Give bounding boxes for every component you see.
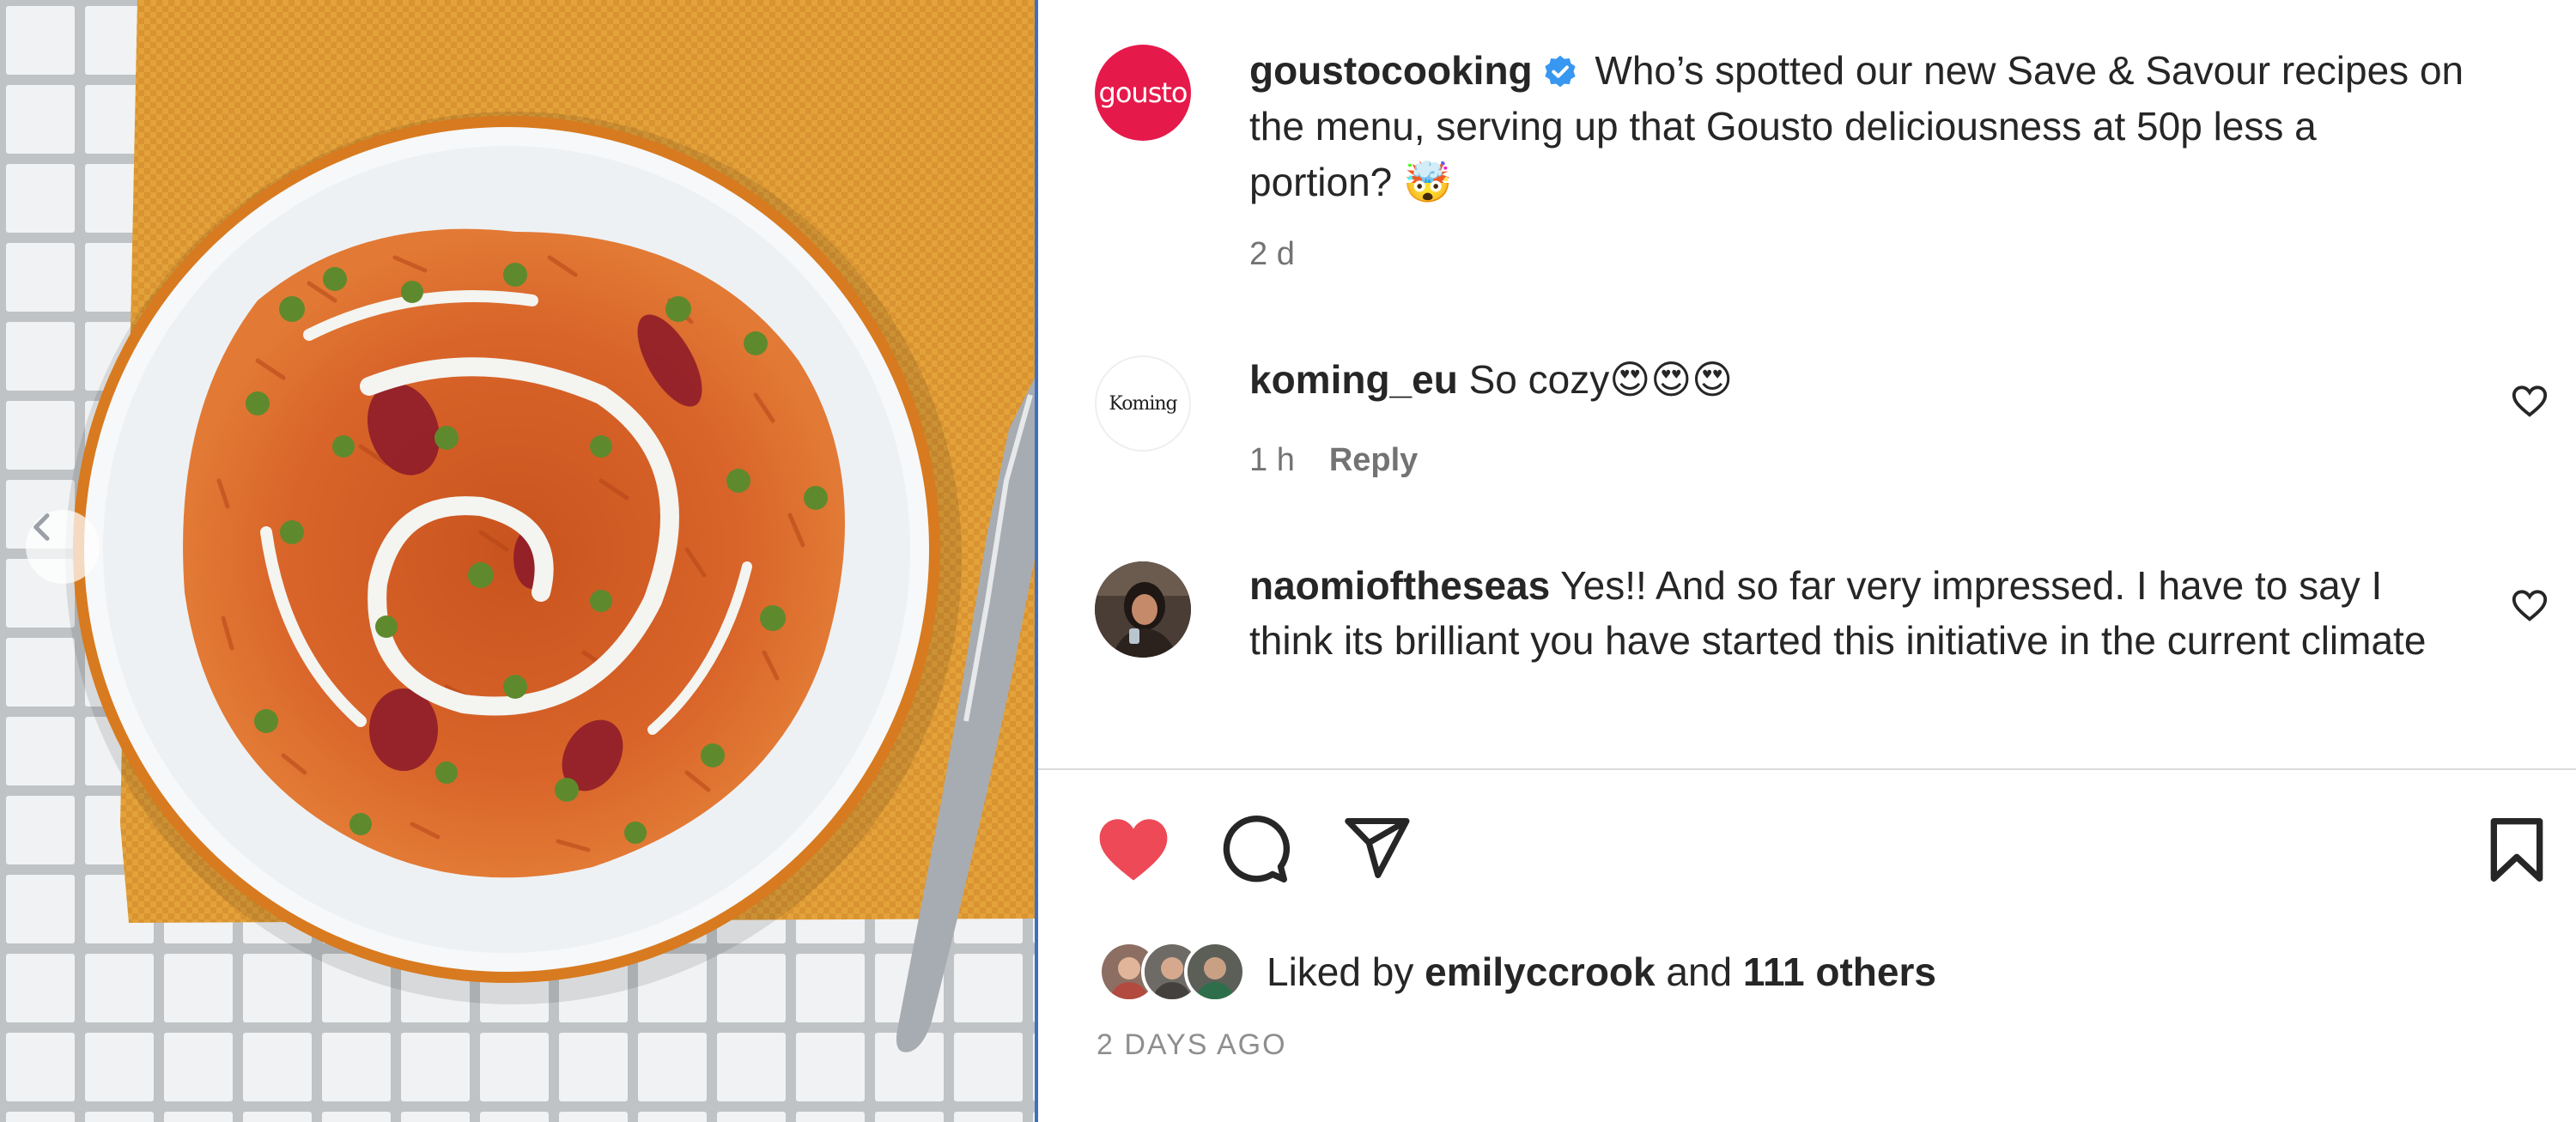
- commenter-avatar-logo: Koming: [1109, 392, 1177, 415]
- liker-username[interactable]: emilyccrook: [1425, 949, 1655, 994]
- likes-prefix: Liked by: [1267, 949, 1414, 994]
- heart-filled-icon[interactable]: [1095, 812, 1172, 884]
- likes-summary: Liked by emilyccrook and 111 others: [1098, 939, 1936, 1004]
- carousel-prev-button[interactable]: [26, 510, 100, 584]
- commenter-avatar[interactable]: [1095, 561, 1191, 658]
- food-photo-illustration: [0, 0, 1035, 1122]
- section-divider: [1038, 768, 2576, 770]
- comment-text-block: koming_eu So cozy😍😍😍: [1249, 352, 2469, 407]
- bookmark-icon[interactable]: [2482, 814, 2551, 886]
- post-image: [0, 0, 1035, 1122]
- post-date[interactable]: 2 DAYS AGO: [1097, 1028, 1287, 1062]
- comments-panel: gousto goustocooking Who’s spotted our n…: [1038, 0, 2576, 1122]
- comment-username[interactable]: koming_eu: [1249, 357, 1458, 402]
- comment-bubble-icon[interactable]: [1218, 814, 1291, 886]
- post-age[interactable]: 2 d: [1249, 233, 1295, 275]
- comment-age[interactable]: 1 h: [1249, 442, 1295, 478]
- comment-text-block: naomioftheseas Yes!! And so far very imp…: [1249, 558, 2469, 668]
- comment-text: So cozy😍😍😍: [1468, 357, 1734, 402]
- paper-plane-icon[interactable]: [1340, 812, 1413, 884]
- comment-like-icon[interactable]: [2510, 585, 2549, 625]
- author-avatar[interactable]: gousto: [1095, 45, 1191, 141]
- likes-others-link[interactable]: 111 others: [1743, 949, 1936, 994]
- post-caption: goustocooking Who’s spotted our new Save…: [1249, 43, 2469, 210]
- comment-like-icon[interactable]: [2510, 381, 2549, 421]
- author-avatar-logo: gousto: [1098, 76, 1188, 109]
- verified-badge-icon: [1545, 55, 1576, 88]
- reply-button[interactable]: Reply: [1329, 442, 1418, 478]
- author-username[interactable]: goustocooking: [1249, 48, 1533, 93]
- chevron-left-icon: [33, 513, 50, 541]
- comment-username[interactable]: naomioftheseas: [1249, 563, 1550, 608]
- likes-text: Liked by emilyccrook and 111 others: [1267, 949, 1936, 995]
- comment-meta: 1 h Reply: [1249, 440, 1418, 481]
- liker-avatar[interactable]: [1184, 941, 1246, 1003]
- likes-joiner: and: [1666, 949, 1733, 994]
- commenter-avatar[interactable]: Koming: [1095, 355, 1191, 452]
- liker-photo: [1188, 944, 1242, 999]
- profile-photo: [1095, 561, 1191, 658]
